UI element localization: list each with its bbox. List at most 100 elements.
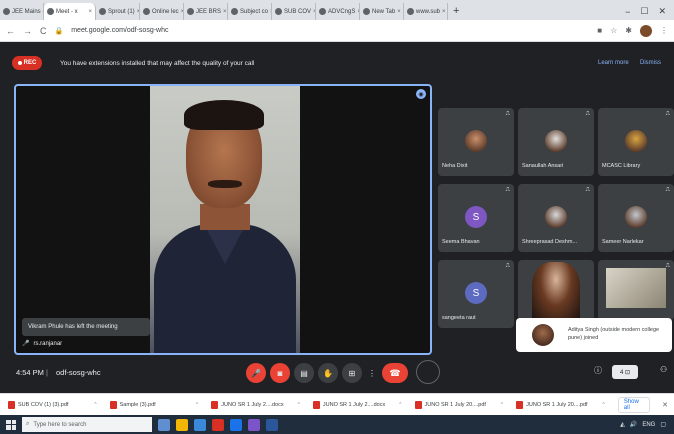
close-downloads-button[interactable]: ✕ xyxy=(662,401,674,409)
tab-close-icon[interactable]: × xyxy=(397,9,401,15)
back-icon[interactable]: ← xyxy=(6,26,15,36)
info-icon[interactable]: ⓘ xyxy=(594,365,602,376)
mic-off-icon: ⎍ xyxy=(505,111,510,117)
notifications-icon[interactable]: ▢ xyxy=(660,421,666,428)
participant-tile[interactable]: ⎍ Sanaullah Ansari xyxy=(518,108,594,176)
download-item[interactable]: JUNO SR 1 July 20....pdf ⌃ xyxy=(516,400,606,409)
file-explorer-icon[interactable] xyxy=(176,418,188,431)
profile-avatar[interactable] xyxy=(640,24,652,37)
browser-tab[interactable]: ADVCngS× xyxy=(316,3,360,20)
tab-close-icon[interactable]: × xyxy=(223,9,227,15)
participant-video-person xyxy=(532,262,580,320)
edge-icon[interactable] xyxy=(230,418,242,431)
system-tray: ◭ 🔊 ENG ▢ xyxy=(620,421,674,429)
browser-tab[interactable]: www.sub × xyxy=(404,3,448,20)
download-item[interactable]: JUNO SR 1 July 2....docx ⌃ xyxy=(211,400,301,409)
browser-tab[interactable]: Meet - x × xyxy=(44,3,96,20)
file-icon xyxy=(211,400,219,409)
participant-photo-avatar xyxy=(625,130,647,152)
word-icon[interactable] xyxy=(266,418,278,431)
participant-tile[interactable]: ⎍ Sameer Narlekar xyxy=(598,184,674,252)
captions-button[interactable]: ▤ xyxy=(294,363,314,383)
recording-label: REC xyxy=(23,60,37,66)
download-item[interactable]: JUNO SR 1 July 2....docx ⌃ xyxy=(312,400,403,409)
camera-icon[interactable]: ■ xyxy=(597,26,602,35)
lock-icon[interactable]: 🔒 xyxy=(55,27,64,35)
raise-hand-button[interactable]: ✋ xyxy=(318,363,338,383)
browser-tab[interactable]: JEE BRS × xyxy=(184,3,228,20)
browser-tab-label: www.sub xyxy=(416,8,441,15)
download-item[interactable]: Sample (3).pdf ⌃ xyxy=(109,400,199,409)
taskbar-search[interactable]: ⌕ Type here to search xyxy=(22,417,152,432)
volume-icon[interactable]: 🔊 xyxy=(630,421,637,428)
network-icon[interactable]: ◭ xyxy=(620,421,625,428)
participant-tile[interactable]: ⎍ Neha Dixit xyxy=(438,108,514,176)
show-all-button[interactable]: Show all xyxy=(617,396,651,413)
url-field[interactable]: meet.google.com/odf-sosg-whc xyxy=(71,27,589,34)
time-separator: | xyxy=(46,368,48,377)
browser-tab[interactable]: New Tab × xyxy=(360,3,404,20)
download-filename: JUNO SR 1 July 20....pdf xyxy=(526,401,588,408)
download-filename: JUNO SR 1 July 2....docx xyxy=(221,401,284,408)
maximize-button[interactable]: ☐ xyxy=(640,6,648,17)
chevron-up-icon[interactable]: ⌃ xyxy=(602,402,606,408)
tab-close-icon[interactable]: × xyxy=(442,9,446,15)
camera-toggle-button[interactable]: ◙ xyxy=(270,363,290,383)
download-item[interactable]: SUB COV (1) (3).pdf ⌃ xyxy=(8,400,98,409)
extensions-icon[interactable]: ✱ xyxy=(625,26,632,35)
leave-call-button[interactable]: ☎ xyxy=(382,363,408,383)
participant-name: Seema Bhavan xyxy=(442,239,480,245)
learn-more-link[interactable]: Learn more xyxy=(598,60,629,66)
chevron-up-icon[interactable]: ⌃ xyxy=(297,402,301,408)
chevron-up-icon[interactable]: ⌃ xyxy=(500,402,504,408)
windows-start-icon[interactable] xyxy=(6,419,16,430)
browser-tab[interactable]: Sprout (1) × xyxy=(96,3,140,20)
browser-tab[interactable]: JEE Mains - x× xyxy=(0,3,44,20)
main-video-tile[interactable]: ◉ Vikram Phule has left the meeting 🎤 rs… xyxy=(14,84,432,355)
participant-name: MCASC Library xyxy=(602,163,641,169)
participant-tile[interactable]: ⎍ Ssangeeta raut xyxy=(438,260,514,328)
participant-tile-presentation[interactable]: ⎍ xyxy=(598,260,674,320)
participant-tile[interactable]: ⎍ Shreeprasad Deshm... xyxy=(518,184,594,252)
participant-tile-video[interactable] xyxy=(518,260,594,320)
tray-language[interactable]: ENG xyxy=(642,422,655,428)
camera-off-icon: ◙ xyxy=(277,368,283,378)
more-vert-icon: ⋮ xyxy=(368,368,376,378)
chevron-up-icon[interactable]: ⌃ xyxy=(93,402,97,408)
close-window-button[interactable]: ✕ xyxy=(658,6,666,17)
new-tab-button[interactable]: + xyxy=(448,3,464,20)
chevron-up-icon[interactable]: ⌃ xyxy=(195,402,199,408)
pin-icon[interactable]: ◉ xyxy=(416,89,426,99)
star-icon[interactable]: ☆ xyxy=(610,26,617,35)
record-dot-icon xyxy=(17,61,22,65)
chrome-icon[interactable] xyxy=(212,418,224,431)
teams-icon[interactable] xyxy=(248,418,260,431)
file-icon xyxy=(414,400,422,409)
more-options-button[interactable]: ⋮ xyxy=(362,363,382,383)
tab-favicon-icon xyxy=(407,8,414,15)
activities-icon[interactable]: ⚇ xyxy=(660,365,667,374)
task-view-icon[interactable] xyxy=(158,418,170,431)
forward-icon[interactable]: → xyxy=(23,26,32,36)
participant-tile[interactable]: ⎍ S Seema Bhavan xyxy=(438,184,514,252)
participant-tile[interactable]: ⎍ MCASC Library xyxy=(598,108,674,176)
browser-tab[interactable]: Online lec × xyxy=(140,3,184,20)
browser-tab[interactable]: SUB COV× xyxy=(272,3,316,20)
download-filename: JUNO SR 1 July 20....pdf xyxy=(424,401,486,408)
chat-badge[interactable]: 4 ⊡ xyxy=(612,365,638,379)
reaction-ring[interactable] xyxy=(416,360,440,384)
browser-tab[interactable]: Subject co× xyxy=(228,3,272,20)
menu-icon[interactable]: ⋮ xyxy=(660,26,668,35)
download-item[interactable]: JUNO SR 1 July 20....pdf ⌃ xyxy=(414,400,504,409)
mic-toggle-button[interactable]: 🎤 xyxy=(246,363,266,383)
store-icon[interactable] xyxy=(194,418,206,431)
present-button[interactable]: ⊞ xyxy=(342,363,362,383)
mic-off-icon: ⎍ xyxy=(585,111,590,117)
minimize-button[interactable]: − xyxy=(625,7,630,17)
reload-icon[interactable]: C xyxy=(40,26,47,36)
dismiss-button[interactable]: Dismiss xyxy=(640,60,661,66)
browser-tab-label: JEE Mains - x xyxy=(12,8,43,15)
chevron-up-icon[interactable]: ⌃ xyxy=(398,402,402,408)
mic-off-icon: ⎍ xyxy=(665,187,670,193)
tab-close-icon[interactable]: × xyxy=(88,9,92,15)
